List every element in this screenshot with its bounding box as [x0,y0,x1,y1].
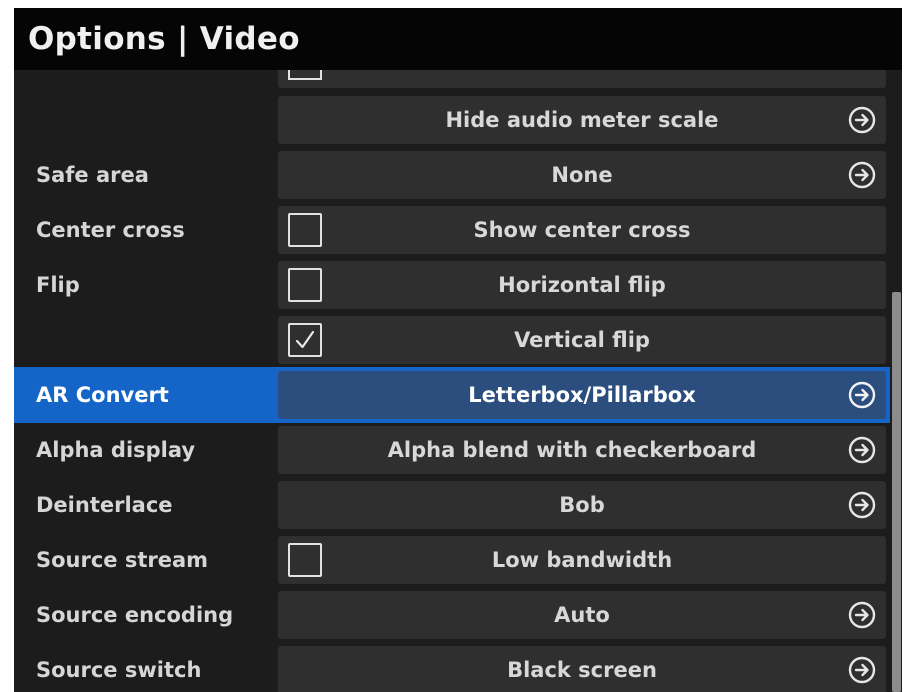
circle-arrow-right-icon[interactable] [848,601,876,629]
option-row-source-stream[interactable]: Source stream Low bandwidth [14,532,902,588]
checkbox[interactable] [288,268,322,302]
control-value: Alpha blend with checkerboard [387,438,757,462]
row-label: Safe area [36,163,149,187]
option-row-ar-convert[interactable]: AR Convert Letterbox/Pillarbox [14,367,902,423]
checkbox[interactable] [288,543,322,577]
circle-arrow-right-icon[interactable] [848,491,876,519]
show-center-cross-toggle[interactable]: Show center cross [278,206,886,254]
row-label: Flip [36,273,80,297]
option-row-source-switch[interactable]: Source switch Black screen [14,642,902,692]
safe-area-selector[interactable]: None [278,151,886,199]
horizontal-flip-toggle[interactable]: Horizontal flip [278,261,886,309]
vertical-flip-toggle[interactable]: Vertical flip [278,316,886,364]
partial-row [14,70,902,88]
scrollbar-thumb[interactable] [892,292,901,692]
option-row-deinterlace[interactable]: Deinterlace Bob [14,477,902,533]
control-value: Low bandwidth [491,548,673,572]
row-label: Deinterlace [36,493,173,517]
row-label: Source switch [36,658,202,682]
checkmark-icon [295,330,315,349]
control-value: Show center cross [473,218,691,242]
circle-arrow-right-icon[interactable] [848,436,876,464]
ar-convert-selector[interactable]: Letterbox/Pillarbox [278,371,886,419]
row-label: Alpha display [36,438,196,462]
option-row-safe-area[interactable]: Safe area None [14,147,902,203]
control-value: Auto [554,603,610,627]
control-value: None [551,163,613,187]
option-row-alpha-display[interactable]: Alpha display Alpha blend with checkerbo… [14,422,902,478]
partial-control[interactable] [278,70,886,88]
alpha-display-selector[interactable]: Alpha blend with checkerboard [278,426,886,474]
low-bandwidth-toggle[interactable]: Low bandwidth [278,536,886,584]
panel-title: Options | Video [14,8,902,70]
circle-arrow-right-icon[interactable] [848,381,876,409]
circle-arrow-right-icon[interactable] [848,656,876,684]
deinterlace-selector[interactable]: Bob [278,481,886,529]
control-value: Black screen [507,658,657,682]
row-label: Center cross [36,218,185,242]
partial-checkbox[interactable] [288,70,322,80]
control-value: Letterbox/Pillarbox [468,383,696,407]
options-list: Hide audio meter scale Safe area None Ce… [14,70,902,692]
checkbox[interactable] [288,213,322,247]
circle-arrow-right-icon[interactable] [848,106,876,134]
checkbox-checked[interactable] [288,323,322,357]
hide-audio-meter-scale-button[interactable]: Hide audio meter scale [278,96,886,144]
row-label: Source stream [36,548,209,572]
source-encoding-selector[interactable]: Auto [278,591,886,639]
control-value: Hide audio meter scale [445,108,719,132]
row-label: Source encoding [36,603,234,627]
scrollbar[interactable] [890,70,902,692]
control-value: Vertical flip [514,328,650,352]
option-row-flip[interactable]: Flip Horizontal flip [14,257,902,313]
option-row-vertical-flip[interactable]: Vertical flip [14,312,902,368]
control-value: Horizontal flip [498,273,666,297]
option-row-source-encoding[interactable]: Source encoding Auto [14,587,902,643]
control-value: Bob [559,493,605,517]
option-row-audio-meter-scale[interactable]: Hide audio meter scale [14,92,902,148]
row-label: AR Convert [36,383,169,407]
circle-arrow-right-icon[interactable] [848,161,876,189]
options-panel: Options | Video Hide audio meter scale S… [14,8,902,692]
option-row-center-cross[interactable]: Center cross Show center cross [14,202,902,258]
source-switch-selector[interactable]: Black screen [278,646,886,692]
